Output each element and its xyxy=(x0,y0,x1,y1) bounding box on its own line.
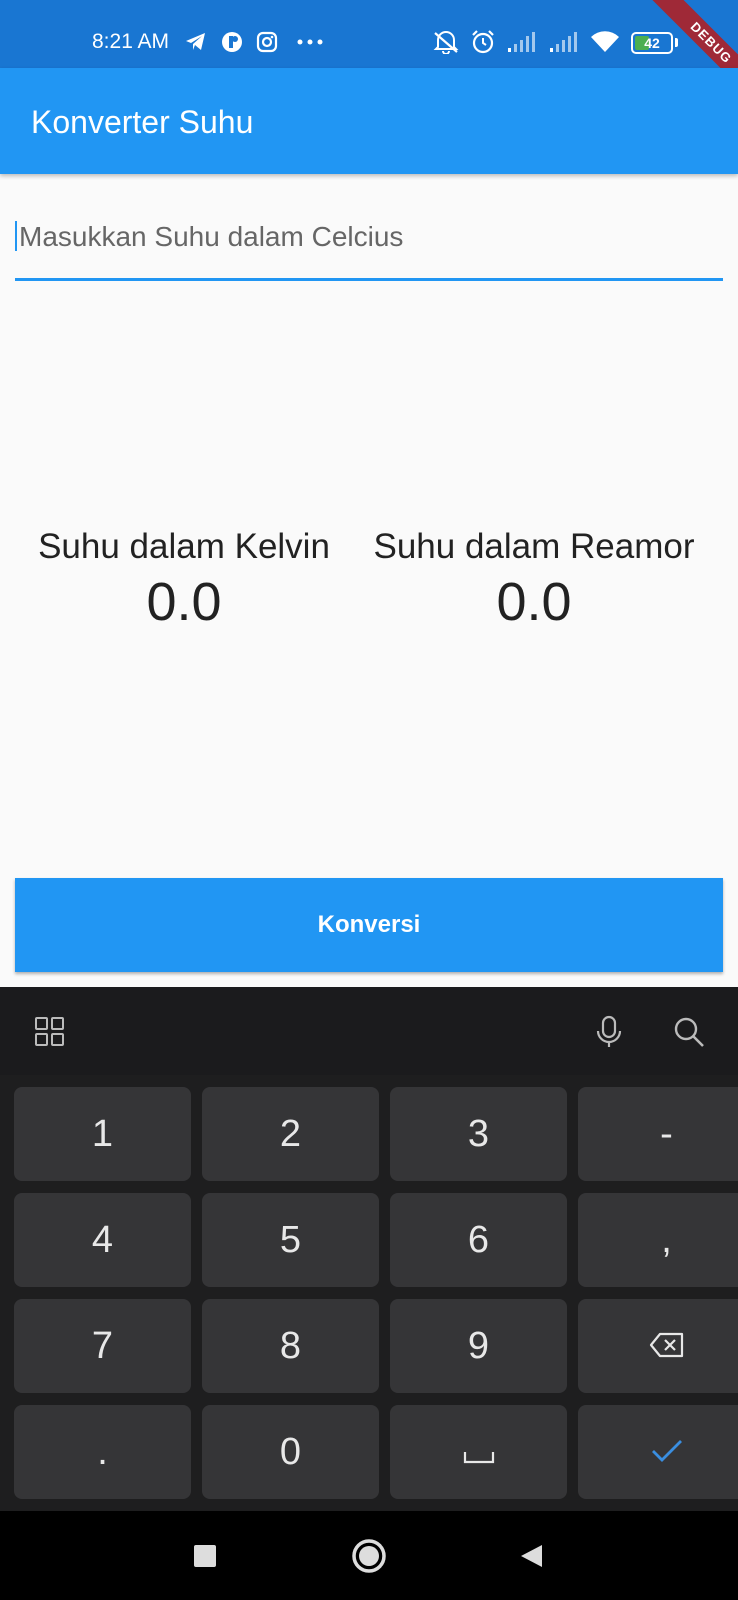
convert-button[interactable]: Konversi xyxy=(15,878,723,972)
key-period[interactable]: . xyxy=(14,1405,191,1499)
telegram-icon xyxy=(183,30,209,54)
status-bar: 8:21 AM 42 xyxy=(0,0,738,68)
mute-icon xyxy=(432,30,460,54)
space-icon xyxy=(463,1433,495,1471)
celsius-input-container[interactable] xyxy=(15,205,723,281)
keyboard-toolbar xyxy=(0,987,738,1075)
grid-icon[interactable] xyxy=(33,1015,67,1049)
key-comma[interactable]: , xyxy=(578,1193,738,1287)
checkmark-icon xyxy=(650,1433,684,1471)
back-icon[interactable] xyxy=(512,1537,550,1575)
key-minus[interactable]: - xyxy=(578,1087,738,1181)
instagram-icon xyxy=(254,30,280,54)
wifi-icon xyxy=(589,30,621,54)
app-bar: Konverter Suhu xyxy=(0,68,738,174)
battery-tip xyxy=(675,38,678,47)
key-7[interactable]: 7 xyxy=(14,1299,191,1393)
signal-icon xyxy=(506,30,536,54)
key-backspace[interactable] xyxy=(578,1299,738,1393)
kelvin-value: 0.0 xyxy=(146,572,222,632)
battery-icon: 42 xyxy=(631,32,673,54)
text-cursor xyxy=(15,221,17,251)
search-icon[interactable] xyxy=(672,1015,706,1049)
key-6[interactable]: 6 xyxy=(390,1193,567,1287)
key-9[interactable]: 9 xyxy=(390,1299,567,1393)
celsius-input[interactable] xyxy=(19,215,709,259)
key-8[interactable]: 8 xyxy=(202,1299,379,1393)
more-notifications-icon xyxy=(295,30,325,54)
battery-level: 42 xyxy=(644,35,660,51)
microphone-icon[interactable] xyxy=(592,1015,626,1049)
alarm-icon xyxy=(469,30,497,54)
backspace-icon xyxy=(649,1327,685,1365)
reamur-label: Suhu dalam Reamor xyxy=(373,527,695,566)
app-icon xyxy=(219,30,245,54)
home-icon[interactable] xyxy=(350,1537,388,1575)
kelvin-label: Suhu dalam Kelvin xyxy=(38,527,330,566)
navigation-bar xyxy=(0,1511,738,1600)
reamur-value: 0.0 xyxy=(496,572,572,632)
numeric-keyboard: 1 2 3 - 4 5 6 , 7 8 9 . 0 xyxy=(0,987,738,1511)
key-done[interactable] xyxy=(578,1405,738,1499)
kelvin-result: Suhu dalam Kelvin 0.0 xyxy=(14,525,354,633)
page-title: Konverter Suhu xyxy=(31,104,254,140)
key-1[interactable]: 1 xyxy=(14,1087,191,1181)
key-0[interactable]: 0 xyxy=(202,1405,379,1499)
reamur-result: Suhu dalam Reamor 0.0 xyxy=(364,525,704,633)
key-3[interactable]: 3 xyxy=(390,1087,567,1181)
key-space[interactable] xyxy=(390,1405,567,1499)
status-time: 8:21 AM xyxy=(92,30,170,53)
key-2[interactable]: 2 xyxy=(202,1087,379,1181)
key-5[interactable]: 5 xyxy=(202,1193,379,1287)
signal-icon xyxy=(548,30,578,54)
recent-apps-icon[interactable] xyxy=(186,1537,224,1575)
key-4[interactable]: 4 xyxy=(14,1193,191,1287)
